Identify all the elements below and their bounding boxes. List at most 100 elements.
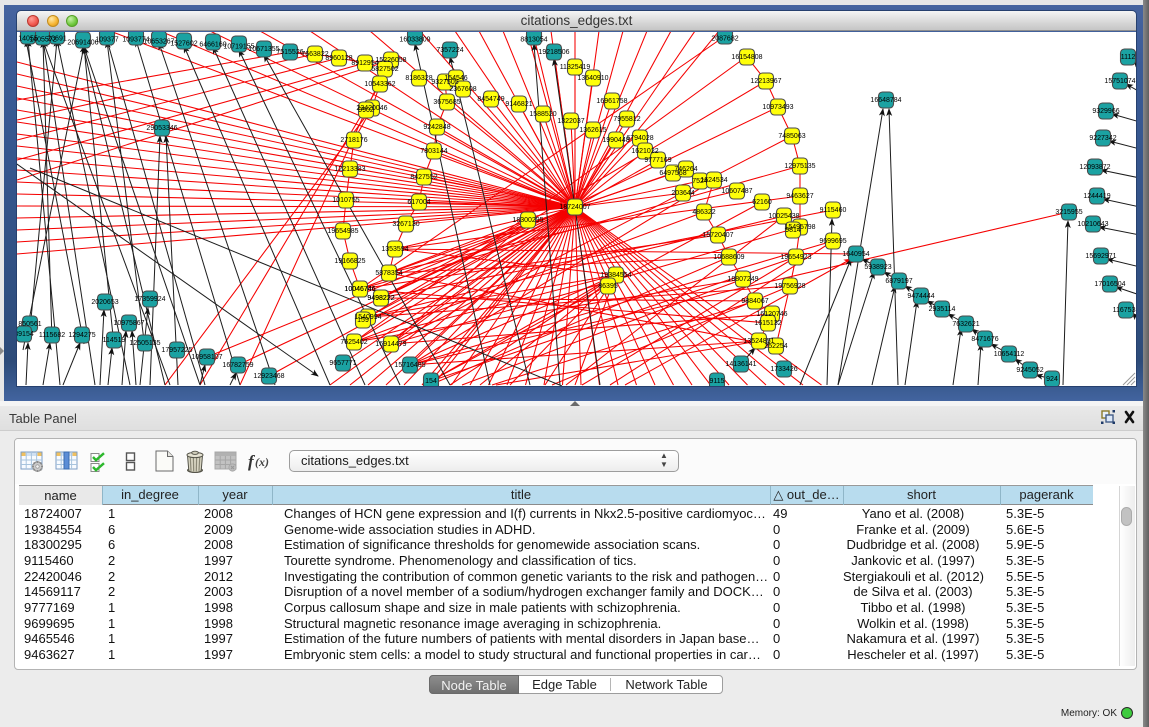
svg-text:1588520: 1588520 xyxy=(529,111,556,118)
svg-text:1244419: 1244419 xyxy=(1083,193,1110,200)
svg-text:17016504: 17016504 xyxy=(1094,281,1125,288)
svg-text:9777169: 9777169 xyxy=(644,157,671,164)
svg-text:9242848: 9242848 xyxy=(423,124,450,131)
svg-text:18300295: 18300295 xyxy=(512,217,543,224)
svg-text:13640910: 13640910 xyxy=(577,75,608,82)
svg-text:86395: 86395 xyxy=(598,283,618,290)
svg-text:6794028: 6794028 xyxy=(626,135,653,142)
svg-text:154: 154 xyxy=(425,378,437,385)
svg-text:18807249: 18807249 xyxy=(727,276,758,283)
svg-text:9884067: 9884067 xyxy=(741,298,768,305)
svg-text:17957225: 17957225 xyxy=(161,347,192,354)
svg-text:19384554: 19384554 xyxy=(600,272,631,279)
svg-text:18724007: 18724007 xyxy=(559,204,590,211)
svg-text:8186328: 8186328 xyxy=(405,75,432,82)
svg-text:924: 924 xyxy=(1046,376,1058,383)
svg-text:10543362: 10543362 xyxy=(364,81,395,88)
svg-text:154546: 154546 xyxy=(444,75,467,82)
svg-text:9474444: 9474444 xyxy=(907,293,934,300)
svg-text:10958107: 10958107 xyxy=(191,354,222,361)
svg-text:2020653: 2020653 xyxy=(91,299,118,306)
svg-text:19166825: 19166825 xyxy=(334,258,365,265)
svg-text:15692971: 15692971 xyxy=(1085,253,1116,260)
svg-text:10210643: 10210643 xyxy=(1077,221,1108,228)
svg-text:12505135: 12505135 xyxy=(129,340,160,347)
svg-text:9902: 9902 xyxy=(358,107,374,114)
svg-text:9699695: 9699695 xyxy=(819,238,846,245)
svg-text:114519: 114519 xyxy=(103,337,126,344)
svg-text:3215955: 3215955 xyxy=(1055,209,1082,216)
svg-text:5827502: 5827502 xyxy=(371,66,398,73)
svg-text:9329966: 9329966 xyxy=(1092,108,1119,115)
svg-text:17359924: 17359924 xyxy=(134,296,165,303)
svg-text:252254: 252254 xyxy=(764,343,787,350)
svg-text:15226058: 15226058 xyxy=(375,57,406,64)
svg-text:8454749: 8454749 xyxy=(477,96,504,103)
svg-text:29053346: 29053346 xyxy=(146,125,177,132)
svg-text:3267130: 3267130 xyxy=(392,221,419,228)
svg-text:12213383: 12213383 xyxy=(334,166,365,173)
svg-text:10607487: 10607487 xyxy=(721,188,752,195)
svg-text:19756928: 19756928 xyxy=(774,283,805,290)
svg-text:16648784: 16648784 xyxy=(870,97,901,104)
svg-text:12975135: 12975135 xyxy=(784,163,815,170)
svg-text:9498222: 9498222 xyxy=(367,295,394,302)
svg-text:9227342: 9227342 xyxy=(1089,135,1116,142)
svg-text:10688609: 10688609 xyxy=(713,254,744,261)
svg-text:8427552: 8427552 xyxy=(410,174,437,181)
svg-text:10046746: 10046746 xyxy=(344,286,375,293)
svg-text:16033809: 16033809 xyxy=(399,37,430,44)
svg-text:1621022: 1621022 xyxy=(631,148,658,155)
svg-text:7485063: 7485063 xyxy=(778,133,805,140)
svg-text:12923468: 12923468 xyxy=(253,373,284,380)
svg-text:1733426: 1733426 xyxy=(770,366,797,373)
svg-text:8960128: 8960128 xyxy=(325,55,352,62)
svg-text:109377: 109377 xyxy=(95,37,118,44)
svg-text:2087682: 2087682 xyxy=(711,36,738,43)
svg-text:203644: 203644 xyxy=(671,190,694,197)
svg-text:7625402: 7625402 xyxy=(340,339,367,346)
svg-text:10973493: 10973493 xyxy=(762,104,793,111)
svg-text:1527602: 1527602 xyxy=(170,41,197,48)
svg-text:1362615: 1362615 xyxy=(579,127,606,134)
svg-text:1167533: 1167533 xyxy=(1113,307,1136,314)
svg-text:10975867: 10975867 xyxy=(113,320,144,327)
svg-text:850561: 850561 xyxy=(18,321,41,328)
svg-text:16914479: 16914479 xyxy=(375,341,406,348)
svg-text:7955812: 7955812 xyxy=(613,116,640,123)
svg-text:2367608: 2367608 xyxy=(449,86,476,93)
svg-text:9657771: 9657771 xyxy=(329,360,356,367)
svg-text:8813054: 8813054 xyxy=(520,37,547,44)
svg-text:10654112: 10654112 xyxy=(994,351,1025,358)
svg-text:1322037: 1322037 xyxy=(557,118,584,125)
svg-text:7515526: 7515526 xyxy=(276,49,303,56)
svg-text:16782759: 16782759 xyxy=(222,362,253,369)
svg-text:14136141: 14136141 xyxy=(725,361,756,368)
svg-text:1624534: 1624534 xyxy=(700,177,727,184)
svg-text:1010755: 1010755 xyxy=(332,197,359,204)
svg-text:617004: 617004 xyxy=(407,199,430,206)
svg-text:1112: 1112 xyxy=(1121,54,1136,61)
svg-text:1353594: 1353594 xyxy=(381,246,408,253)
svg-text:39154: 39154 xyxy=(17,331,34,338)
svg-text:12213967: 12213967 xyxy=(750,78,781,85)
svg-text:746264: 746264 xyxy=(674,166,697,173)
svg-text:9463627: 9463627 xyxy=(786,193,813,200)
svg-text:1640954: 1640954 xyxy=(842,251,869,258)
svg-text:9115: 9115 xyxy=(709,378,724,385)
svg-text:7803144: 7803144 xyxy=(420,148,447,155)
svg-text:(x): (x) xyxy=(255,455,269,469)
svg-text:15716485: 15716485 xyxy=(394,362,425,369)
svg-text:486322: 486322 xyxy=(692,209,715,216)
svg-text:9115460: 9115460 xyxy=(820,207,847,214)
svg-text:5878354: 5878354 xyxy=(375,270,402,277)
svg-text:10671355: 10671355 xyxy=(248,46,279,53)
svg-text:19654985: 19654985 xyxy=(327,228,358,235)
svg-text:1115682: 1115682 xyxy=(39,332,65,339)
svg-text:1615132: 1615132 xyxy=(754,320,781,327)
svg-text:20691: 20691 xyxy=(47,36,67,43)
svg-text:19218506: 19218506 xyxy=(538,49,569,56)
svg-text:15751074: 15751074 xyxy=(1104,78,1135,85)
svg-text:2718176: 2718176 xyxy=(340,137,367,144)
svg-text:2935114: 2935114 xyxy=(929,306,956,313)
